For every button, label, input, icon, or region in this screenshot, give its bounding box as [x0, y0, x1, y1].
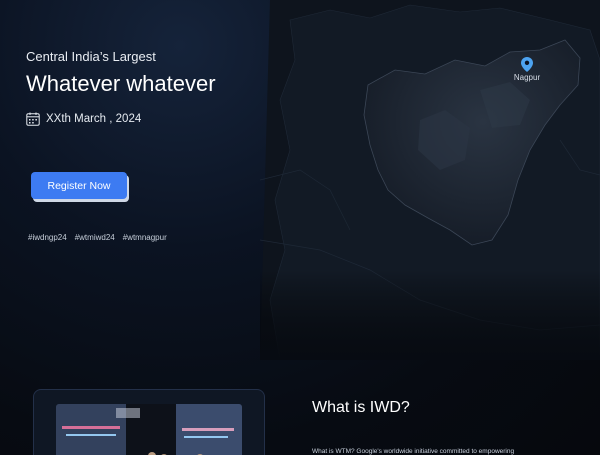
event-date: XXth March , 2024	[46, 113, 142, 125]
hashtag: #wtmiwd24	[74, 233, 115, 242]
about-section-title: What is IWD?	[312, 399, 410, 416]
hero-headline: Whatever whatever	[26, 71, 216, 96]
hero-eyebrow: Central India’s Largest	[26, 49, 156, 64]
register-now-button[interactable]: Register Now	[31, 172, 127, 199]
event-photo	[56, 404, 242, 455]
event-photo-card	[33, 389, 265, 455]
location-pin-icon	[521, 57, 533, 72]
event-date-row: XXth March , 2024	[26, 112, 326, 126]
calendar-icon	[26, 112, 40, 126]
about-section-body: What is WTM? Google's worldwide initiati…	[312, 448, 515, 455]
landing-page: Nagpur Central India’s Largest Whatever …	[0, 0, 600, 455]
hashtag: #iwdngp24	[28, 233, 67, 242]
hashtag-list: #iwdngp24 #wtmiwd24 #wtmnagpur	[28, 233, 167, 242]
map-pin-nagpur[interactable]: Nagpur	[510, 57, 544, 82]
map-pin-label: Nagpur	[513, 73, 541, 82]
hero-section: Central India’s Largest Whatever whateve…	[26, 48, 326, 126]
hashtag: #wtmnagpur	[122, 233, 167, 242]
